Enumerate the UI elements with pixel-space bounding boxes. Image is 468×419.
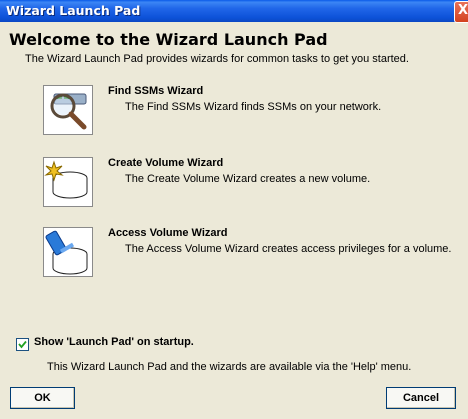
intro-text: The Wizard Launch Pad provides wizards f…	[25, 53, 409, 65]
checkmark-icon	[18, 340, 27, 349]
wizard-name[interactable]: Create Volume Wizard	[108, 157, 223, 169]
ok-button[interactable]: OK	[10, 387, 75, 409]
help-menu-note: This Wizard Launch Pad and the wizards a…	[47, 361, 412, 373]
close-icon: X	[458, 3, 468, 18]
magnifier-network-icon[interactable]	[43, 85, 93, 135]
wizard-name[interactable]: Find SSMs Wizard	[108, 85, 203, 97]
volume-access-icon[interactable]	[43, 227, 93, 277]
show-on-startup-checkbox[interactable]	[16, 338, 29, 351]
wizard-name[interactable]: Access Volume Wizard	[108, 227, 228, 239]
wizard-launch-pad-window: Wizard Launch Pad X Welcome to the Wizar…	[0, 0, 468, 419]
window-title: Wizard Launch Pad	[6, 3, 141, 18]
wizard-description: The Find SSMs Wizard finds SSMs on your …	[125, 101, 382, 113]
cancel-button[interactable]: Cancel	[386, 387, 456, 409]
new-volume-icon[interactable]	[43, 157, 93, 207]
title-bar[interactable]: Wizard Launch Pad X	[0, 0, 468, 23]
page-title: Welcome to the Wizard Launch Pad	[9, 30, 328, 49]
show-on-startup-label[interactable]: Show 'Launch Pad' on startup.	[34, 336, 194, 348]
wizard-description: The Access Volume Wizard creates access …	[125, 243, 452, 255]
wizard-description: The Create Volume Wizard creates a new v…	[125, 173, 371, 185]
close-button[interactable]: X	[454, 1, 468, 23]
